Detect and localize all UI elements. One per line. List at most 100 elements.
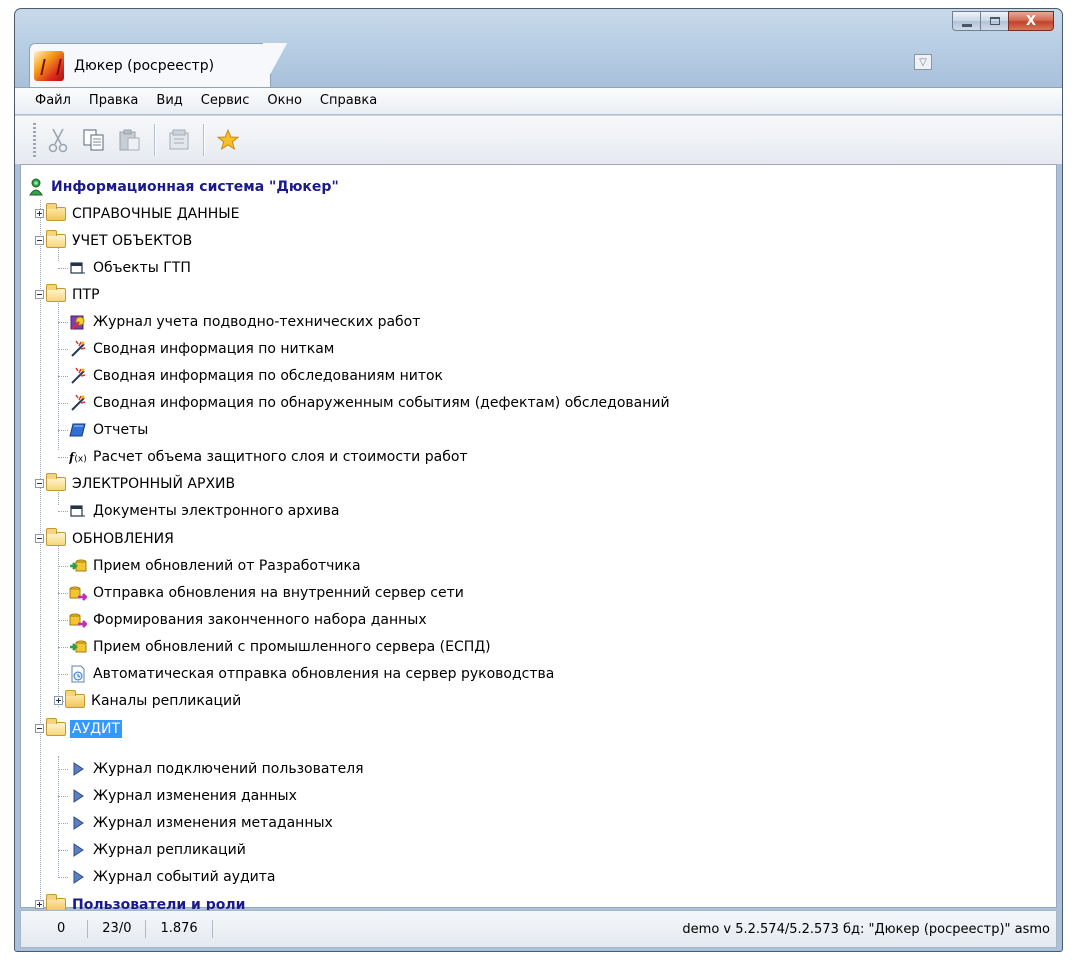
tree-item-gtp-objects[interactable]: Объекты ГТП [69,254,193,281]
tree-item-label: Журнал репликаций [93,841,246,858]
tree-item-label: Журнал изменения данных [93,787,297,804]
tree-folder-replication-channels[interactable]: Каналы репликаций [54,687,243,714]
menu-service[interactable]: Сервис [192,88,259,114]
collapse-icon[interactable] [35,236,44,245]
tree-item-audit-events[interactable]: Журнал событий аудита [69,863,278,890]
tree-item-label: Сводная информация по обнаруженным событ… [93,394,670,411]
magic-wand-icon [69,367,87,385]
folder-icon [65,689,85,708]
tree-item-label: Объекты ГТП [93,259,191,276]
paste-button[interactable] [114,123,146,157]
tree-item-threads-summary[interactable]: Сводная информация по ниткам [69,335,336,362]
tree-item-reports[interactable]: Отчеты [69,416,150,443]
tab-title: Дюкер (росреестр) [74,58,215,74]
tree-folder-archive[interactable]: ЭЛЕКТРОННЫЙ АРХИВ [35,470,237,497]
tree-item-label: Журнал событий аудита [93,868,276,885]
toolbar-grip[interactable] [33,123,36,157]
favorites-button[interactable] [212,123,244,157]
tree-connector [58,566,68,567]
play-triangle-icon [69,841,87,859]
copy-icon [83,129,104,151]
tree-item-receive-industrial[interactable]: Прием обновлений с промышленного сервера… [69,633,493,660]
tree-item-connections-journal[interactable]: Журнал подключений пользователя [69,755,366,782]
tree-item-auto-send[interactable]: Автоматическая отправка обновления на се… [69,660,556,687]
tree-connector [58,769,68,770]
menu-file[interactable]: Файл [15,88,80,114]
menu-bar: Файл Правка Вид Сервис Окно Справка [15,87,1062,114]
tree-item-inspections-summary[interactable]: Сводная информация по обследованиям нито… [69,362,445,389]
tree-folder-objects[interactable]: УЧЕТ ОБЪЕКТОВ [35,227,194,254]
tree-folder-ptr[interactable]: ПТР [35,281,102,308]
close-button[interactable]: X [1008,11,1054,31]
tree-item-form-dataset[interactable]: Формирования законченного набора данных [69,606,429,633]
tree-connector [58,322,68,323]
tree-folder-reference-data[interactable]: СПРАВОЧНЫЕ ДАННЫЕ [35,200,242,227]
folder-open-icon [46,472,66,491]
tree-item-archive-docs[interactable]: Документы электронного архива [69,497,341,524]
tree-item-data-changes[interactable]: Журнал изменения данных [69,782,299,809]
navigation-tree[interactable]: Информационная система "Дюкер" СПРАВОЧНЫ… [20,164,1057,913]
tree-item-calc-layer[interactable]: f (x) Расчет объема защитного слоя и стои… [69,443,470,470]
expand-icon[interactable] [35,900,44,909]
folder-open-icon [46,283,66,302]
collapse-icon[interactable] [35,724,44,733]
tree-item-replication-journal[interactable]: Журнал репликаций [69,836,248,863]
menu-view[interactable]: Вид [147,88,191,114]
tree-folder-label: АУДИТ [70,719,123,738]
tree-item-label: Автоматическая отправка обновления на се… [93,665,555,682]
tree-item-work-journal[interactable]: Журнал учета подводно-технических работ [69,308,422,335]
tree-item-metadata-changes[interactable]: Журнал изменения метаданных [69,809,335,836]
tree-item-receive-dev-updates[interactable]: Прием обновлений от Разработчика [69,552,363,579]
toolbar [15,115,1062,165]
maximize-button[interactable] [980,11,1008,31]
status-cell-ratio: 23/0 [88,920,147,938]
collapse-icon[interactable] [35,479,44,488]
tree-folder-updates[interactable]: ОБНОВЛЕНИЯ [35,525,176,552]
collapse-icon[interactable] [35,534,44,543]
tab-edge [263,43,287,87]
app-window: X Дюкер (росреестр) ▽ Файл Правка Вид Се… [14,8,1063,952]
tree-connector [58,376,68,377]
tree-connector [58,349,68,350]
properties-button[interactable] [163,123,195,157]
window-controls: X [952,11,1054,33]
folder-icon [46,202,66,221]
tree-folder-label: ЭЛЕКТРОННЫЙ АРХИВ [72,475,236,492]
tab-duker[interactable]: Дюкер (росреестр) [29,43,271,88]
menu-help[interactable]: Справка [311,88,386,114]
tree-connector [58,877,68,878]
journal-gear-icon [69,313,87,331]
status-bar: 0 23/0 1.876 demo v 5.2.574/5.2.573 бд: … [20,910,1057,948]
tree-connector [58,674,68,675]
folder-open-icon [46,527,66,546]
expand-icon[interactable] [35,209,44,218]
collapse-icon[interactable] [35,290,44,299]
tree-connector [58,850,68,851]
play-triangle-icon [69,814,87,832]
menu-window[interactable]: Окно [258,88,311,114]
tree-connector [58,268,68,269]
tree-connector [58,430,68,431]
cut-button[interactable] [42,123,74,157]
tree-folder-label: ПТР [72,286,100,303]
tab-list-dropdown[interactable]: ▽ [914,54,932,70]
cut-icon [48,128,68,153]
minimize-button[interactable] [952,11,980,31]
minimize-icon [961,23,972,27]
tree-connector [58,593,68,594]
tree-folder-audit[interactable]: АУДИТ [35,715,123,742]
db-export-icon [69,584,87,602]
tree-item-label: Журнал подключений пользователя [93,760,364,777]
folder-open-icon [46,717,66,736]
tree-item-send-internal[interactable]: Отправка обновления на внутренний сервер… [69,579,466,606]
tree-item-defects-summary[interactable]: Сводная информация по обнаруженным событ… [69,389,672,416]
properties-icon [169,129,189,150]
maximize-icon [989,17,1000,25]
status-cell-time: 1.876 [146,920,213,938]
expand-icon[interactable] [54,696,63,705]
menu-edit[interactable]: Правка [80,88,147,114]
tree-root[interactable]: Информационная система "Дюкер" [27,173,341,200]
copy-button[interactable] [78,123,110,157]
tree-item-label: Сводная информация по обследованиям нито… [93,367,444,384]
window-list-icon [69,259,87,277]
